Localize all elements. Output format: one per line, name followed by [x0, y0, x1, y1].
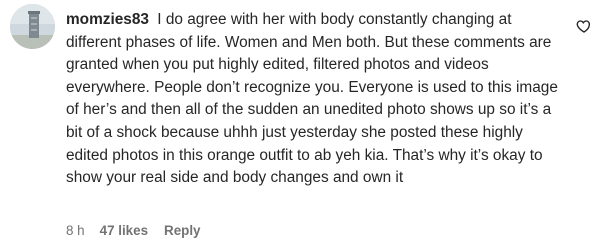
- comment-text: I do agree with her with body constantly…: [66, 11, 558, 187]
- comment: momzies83 I do agree with her with body …: [0, 0, 604, 250]
- heart-outline-icon[interactable]: [576, 18, 592, 34]
- comment-meta: 8 h 47 likes Reply: [66, 223, 201, 238]
- reply-button[interactable]: Reply: [164, 223, 200, 238]
- comment-body: momzies83 I do agree with her with body …: [66, 9, 566, 190]
- comment-text-block: momzies83 I do agree with her with body …: [66, 9, 566, 190]
- comment-username[interactable]: momzies83: [66, 11, 149, 28]
- avatar-image: [10, 4, 55, 49]
- avatar[interactable]: [10, 4, 55, 49]
- likes-count[interactable]: 47 likes: [100, 223, 148, 238]
- comment-time: 8 h: [66, 223, 85, 238]
